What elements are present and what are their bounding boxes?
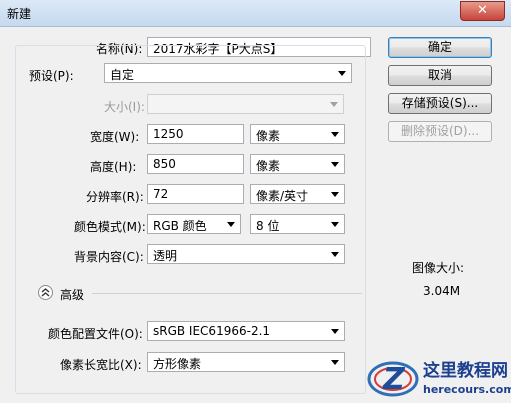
watermark-title: 这里教程网 xyxy=(423,360,508,381)
chevron-down-icon xyxy=(331,192,339,197)
background-value: 透明 xyxy=(153,249,178,263)
height-unit-value: 像素 xyxy=(256,159,281,173)
pixel-aspect-value: 方形像素 xyxy=(153,357,202,371)
image-size-value: 3.04M xyxy=(423,284,461,298)
bit-depth-select[interactable]: 8 位 xyxy=(250,214,345,234)
resolution-unit-select[interactable]: 像素/英寸 xyxy=(250,184,345,204)
image-size-label: 图像大小: xyxy=(412,261,465,275)
height-unit-select[interactable]: 像素 xyxy=(250,154,345,174)
width-value: 1250 xyxy=(153,127,184,141)
preset-label: 预设(P): xyxy=(29,69,74,83)
chevron-down-icon xyxy=(227,222,235,227)
advanced-label: 高级 xyxy=(60,288,85,302)
height-label: 高度(H): xyxy=(90,160,137,174)
ok-button[interactable]: 确定 xyxy=(388,37,492,58)
chevron-down-icon xyxy=(331,252,339,257)
advanced-toggle-button[interactable] xyxy=(38,285,53,300)
resolution-field[interactable]: 72 xyxy=(147,184,244,204)
color-mode-label: 颜色模式(M): xyxy=(74,220,146,234)
bit-depth-value: 8 位 xyxy=(256,219,280,233)
resolution-unit-value: 像素/英寸 xyxy=(256,189,309,203)
width-field[interactable]: 1250 xyxy=(147,124,244,144)
size-select xyxy=(147,94,344,114)
color-profile-select[interactable]: sRGB IEC61966-2.1 xyxy=(147,321,345,341)
close-icon: ✕ xyxy=(477,3,488,18)
pixel-aspect-label: 像素长宽比(X): xyxy=(60,358,142,372)
chevron-down-icon xyxy=(331,222,339,227)
chevron-down-icon xyxy=(331,162,339,167)
color-profile-label: 颜色配置文件(O): xyxy=(48,327,143,341)
color-mode-select[interactable]: RGB 颜色 xyxy=(147,214,241,234)
chevron-down-icon xyxy=(331,360,339,365)
resolution-label: 分辨率(R): xyxy=(86,190,144,204)
size-label: 大小(I): xyxy=(104,100,145,114)
chevron-down-icon xyxy=(338,71,346,76)
double-chevron-up-icon xyxy=(41,288,50,297)
color-profile-value: sRGB IEC61966-2.1 xyxy=(153,324,271,338)
watermark-url: herecours.com xyxy=(423,383,511,396)
background-select[interactable]: 透明 xyxy=(147,244,345,264)
svg-text:Z: Z xyxy=(382,362,406,397)
width-unit-value: 像素 xyxy=(256,129,281,143)
background-label: 背景内容(C): xyxy=(74,250,144,264)
color-mode-value: RGB 颜色 xyxy=(153,219,207,233)
chevron-down-icon xyxy=(331,329,339,334)
chevron-down-icon xyxy=(330,102,338,107)
delete-preset-button: 删除预设(D)... xyxy=(388,121,492,142)
resolution-value: 72 xyxy=(153,187,169,201)
watermark-emblem: Z 这里教程网 herecours.com xyxy=(367,360,511,397)
width-label: 宽度(W): xyxy=(90,130,140,144)
width-unit-select[interactable]: 像素 xyxy=(250,124,345,144)
preset-value: 自定 xyxy=(110,68,135,82)
advanced-divider xyxy=(92,293,362,294)
watermark-logo: Z 这里教程网 herecours.com xyxy=(365,353,511,400)
chevron-down-icon xyxy=(331,132,339,137)
window-title: 新建 xyxy=(7,7,32,21)
close-button[interactable]: ✕ xyxy=(460,1,505,21)
pixel-aspect-select[interactable]: 方形像素 xyxy=(147,352,345,372)
title-bar: 新建 ✕ xyxy=(0,0,511,27)
height-field[interactable]: 850 xyxy=(147,154,244,174)
save-preset-button[interactable]: 存储预设(S)... xyxy=(388,93,492,114)
preset-select[interactable]: 自定 xyxy=(104,63,352,83)
cancel-button[interactable]: 取消 xyxy=(388,65,492,86)
height-value: 850 xyxy=(153,157,176,171)
